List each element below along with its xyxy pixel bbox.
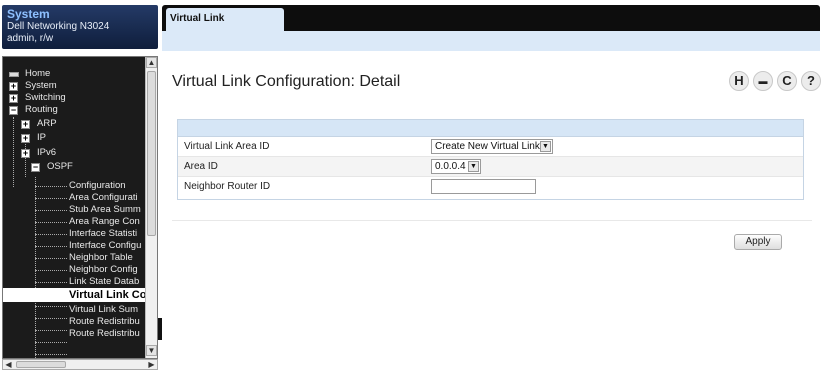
plus-icon[interactable]: +	[9, 94, 18, 103]
area-id-select[interactable]: 0.0.0.4 ▼	[431, 159, 481, 174]
system-header: System Dell Networking N3024 admin, r/w	[2, 5, 158, 49]
minus-icon[interactable]: −	[9, 106, 18, 115]
tree-connector	[35, 210, 67, 211]
nav-item-interface-statistics[interactable]: Interface Statisti	[69, 228, 137, 240]
navigation-tree: Home + System + Switching − Routing + AR…	[2, 56, 158, 359]
print-icon[interactable]: ▬	[753, 71, 773, 91]
tree-connector	[35, 186, 67, 187]
tree-connector	[35, 270, 67, 271]
plus-icon[interactable]: +	[21, 120, 30, 129]
device-name: Dell Networking N3024	[7, 21, 110, 32]
tree-connector	[35, 246, 67, 247]
virtual-link-area-id-value: Create New Virtual Link	[435, 141, 540, 152]
tree-connector	[35, 198, 67, 199]
tree-connector	[35, 282, 67, 283]
user-info: admin, r/w	[7, 33, 54, 44]
left-panel: System Dell Networking N3024 admin, r/w	[0, 0, 162, 370]
tree-connector	[35, 318, 67, 319]
system-title: System	[7, 7, 50, 21]
help-icon[interactable]: ?	[801, 71, 821, 91]
tree-connector	[13, 117, 14, 187]
nav-item-switching[interactable]: Switching	[25, 92, 66, 104]
chevron-down-icon: ▼	[468, 161, 479, 172]
neighbor-router-id-input[interactable]	[431, 179, 536, 194]
tree-connector	[35, 306, 67, 307]
refresh-icon[interactable]: C	[777, 71, 797, 91]
plus-icon[interactable]: +	[21, 134, 30, 143]
form-row: Virtual Link Area ID Create New Virtual …	[178, 137, 803, 157]
nav-item-ospf[interactable]: OSPF	[37, 161, 73, 173]
virtual-link-form: Virtual Link Area ID Create New Virtual …	[177, 119, 804, 200]
plus-icon[interactable]: +	[21, 149, 30, 158]
tree-connector	[35, 258, 67, 259]
scroll-down-icon[interactable]: ▼	[146, 345, 157, 356]
scroll-up-icon[interactable]: ▲	[146, 57, 157, 68]
tree-connector	[35, 222, 67, 223]
horizontal-scrollbar[interactable]: ◀ ▶	[2, 359, 158, 370]
nav-item-system[interactable]: System	[25, 80, 57, 92]
form-row: Area ID 0.0.0.4 ▼	[178, 157, 803, 177]
nav-item-route-redistribution-2[interactable]: Route Redistribu	[69, 328, 140, 340]
tree-connector	[25, 141, 26, 177]
tree-connector	[35, 234, 67, 235]
scroll-thumb[interactable]	[16, 361, 66, 368]
nav-item-configuration[interactable]: Configuration	[69, 180, 126, 192]
form-header	[178, 120, 803, 137]
nav-item-neighbor-table[interactable]: Neighbor Table	[69, 252, 133, 264]
scroll-left-icon[interactable]: ◀	[3, 360, 14, 369]
nav-item-area-configuration[interactable]: Area Configurati	[69, 192, 138, 204]
virtual-link-area-id-select[interactable]: Create New Virtual Link ▼	[431, 139, 553, 154]
nav-item-route-redistribution-1[interactable]: Route Redistribu	[69, 316, 140, 328]
save-icon[interactable]: H	[729, 71, 749, 91]
nav-item-interface-config[interactable]: Interface Configu	[69, 240, 141, 252]
tree-connector	[35, 354, 67, 355]
page-title: Virtual Link Configuration: Detail	[172, 73, 401, 90]
neighbor-router-id-label: Neighbor Router ID	[184, 181, 271, 192]
nav-item-virtual-link-config[interactable]: Virtual Link Co	[3, 288, 146, 302]
tab-subheader	[162, 31, 820, 51]
tab-bar: Virtual Link Configuration	[162, 5, 820, 46]
nav-item-arp[interactable]: ARP	[37, 118, 57, 130]
form-row: Neighbor Router ID	[178, 177, 803, 197]
home-icon	[9, 72, 19, 77]
area-id-label: Area ID	[184, 161, 218, 172]
virtual-link-area-id-label: Virtual Link Area ID	[184, 141, 270, 152]
divider	[172, 220, 812, 221]
nav-item-ip[interactable]: IP	[37, 132, 46, 144]
nav-item-routing[interactable]: Routing	[25, 104, 58, 116]
chevron-down-icon: ▼	[540, 141, 551, 152]
scroll-right-icon[interactable]: ▶	[146, 360, 157, 369]
nav-item-home[interactable]: Home	[25, 68, 50, 80]
nav-item-area-range-config[interactable]: Area Range Con	[69, 216, 140, 228]
area-id-value: 0.0.0.4	[435, 161, 466, 172]
nav-item-stub-area-summary[interactable]: Stub Area Summ	[69, 204, 141, 216]
nav-item-link-state-database[interactable]: Link State Datab	[69, 276, 139, 288]
vertical-scrollbar[interactable]: ▲ ▼	[145, 57, 157, 358]
nav-item-ipv6[interactable]: IPv6	[37, 147, 56, 159]
tree-connector	[35, 342, 67, 343]
tab-virtual-link-configuration[interactable]: Virtual Link Configuration	[166, 8, 284, 46]
main-content: Virtual Link Configuration: Detail H ▬ C…	[162, 51, 826, 370]
nav-item-neighbor-config[interactable]: Neighbor Config	[69, 264, 138, 276]
nav-item-virtual-link-summary[interactable]: Virtual Link Sum	[69, 304, 138, 316]
scroll-thumb[interactable]	[147, 71, 156, 236]
plus-icon[interactable]: +	[9, 82, 18, 91]
nav-tree-content: Home + System + Switching − Routing + AR…	[3, 57, 146, 358]
tree-connector	[35, 330, 67, 331]
apply-button[interactable]: Apply	[734, 234, 782, 250]
